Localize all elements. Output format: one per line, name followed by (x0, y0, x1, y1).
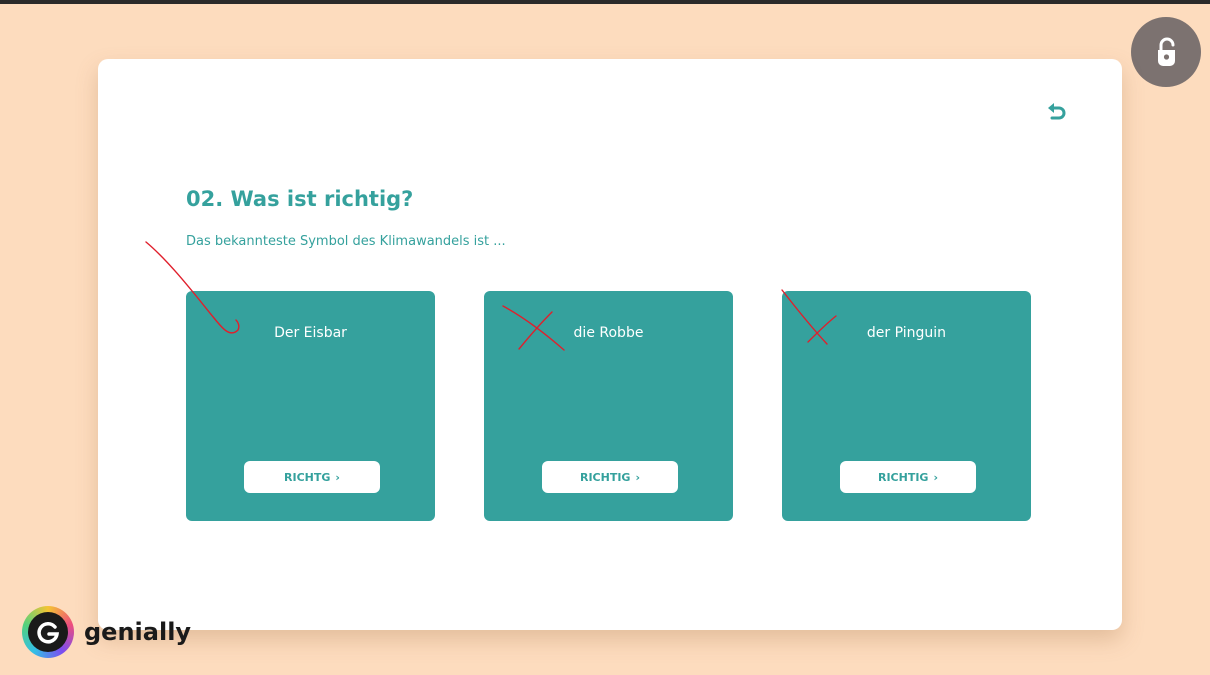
question-subtitle: Das bekannteste Symbol des Klimawandels … (186, 234, 506, 249)
undo-arrow-icon (1048, 103, 1066, 120)
top-edge (0, 0, 1210, 4)
answer-button[interactable]: RICHTIG › (840, 461, 976, 493)
quiz-card: 02. Was ist richtig? Das bekannteste Sym… (98, 59, 1122, 630)
answer-label: der Pinguin (866, 325, 947, 341)
answer-button[interactable]: RICHTIG › (542, 461, 678, 493)
answer-button-label: RICHTIG (877, 470, 929, 484)
answer-option-1[interactable]: Der Eisbar RICHTG › (186, 291, 435, 521)
answer-option-3[interactable]: der Pinguin RICHTIG › (782, 291, 1031, 521)
brand[interactable]: genially (22, 606, 191, 658)
answer-label: die Robbe (573, 325, 644, 341)
chevron-right-icon: › (335, 470, 340, 484)
chevron-right-icon: › (933, 470, 938, 484)
answer-button-label: RICHTG (284, 470, 331, 484)
unlock-button[interactable] (1131, 17, 1201, 87)
answer-button-label: RICHTIG (579, 470, 631, 484)
brand-name: genially (84, 618, 192, 646)
unlock-touch-icon (1158, 37, 1175, 66)
answer-label: Der Eisbar (274, 325, 347, 341)
question-title: 02. Was ist richtig? (186, 187, 414, 211)
answer-option-2[interactable]: die Robbe RICHTIG › (484, 291, 733, 521)
back-button[interactable] (1044, 101, 1070, 127)
chevron-right-icon: › (635, 470, 640, 484)
genially-logo (22, 606, 74, 658)
answer-button[interactable]: RICHTG › (244, 461, 380, 493)
